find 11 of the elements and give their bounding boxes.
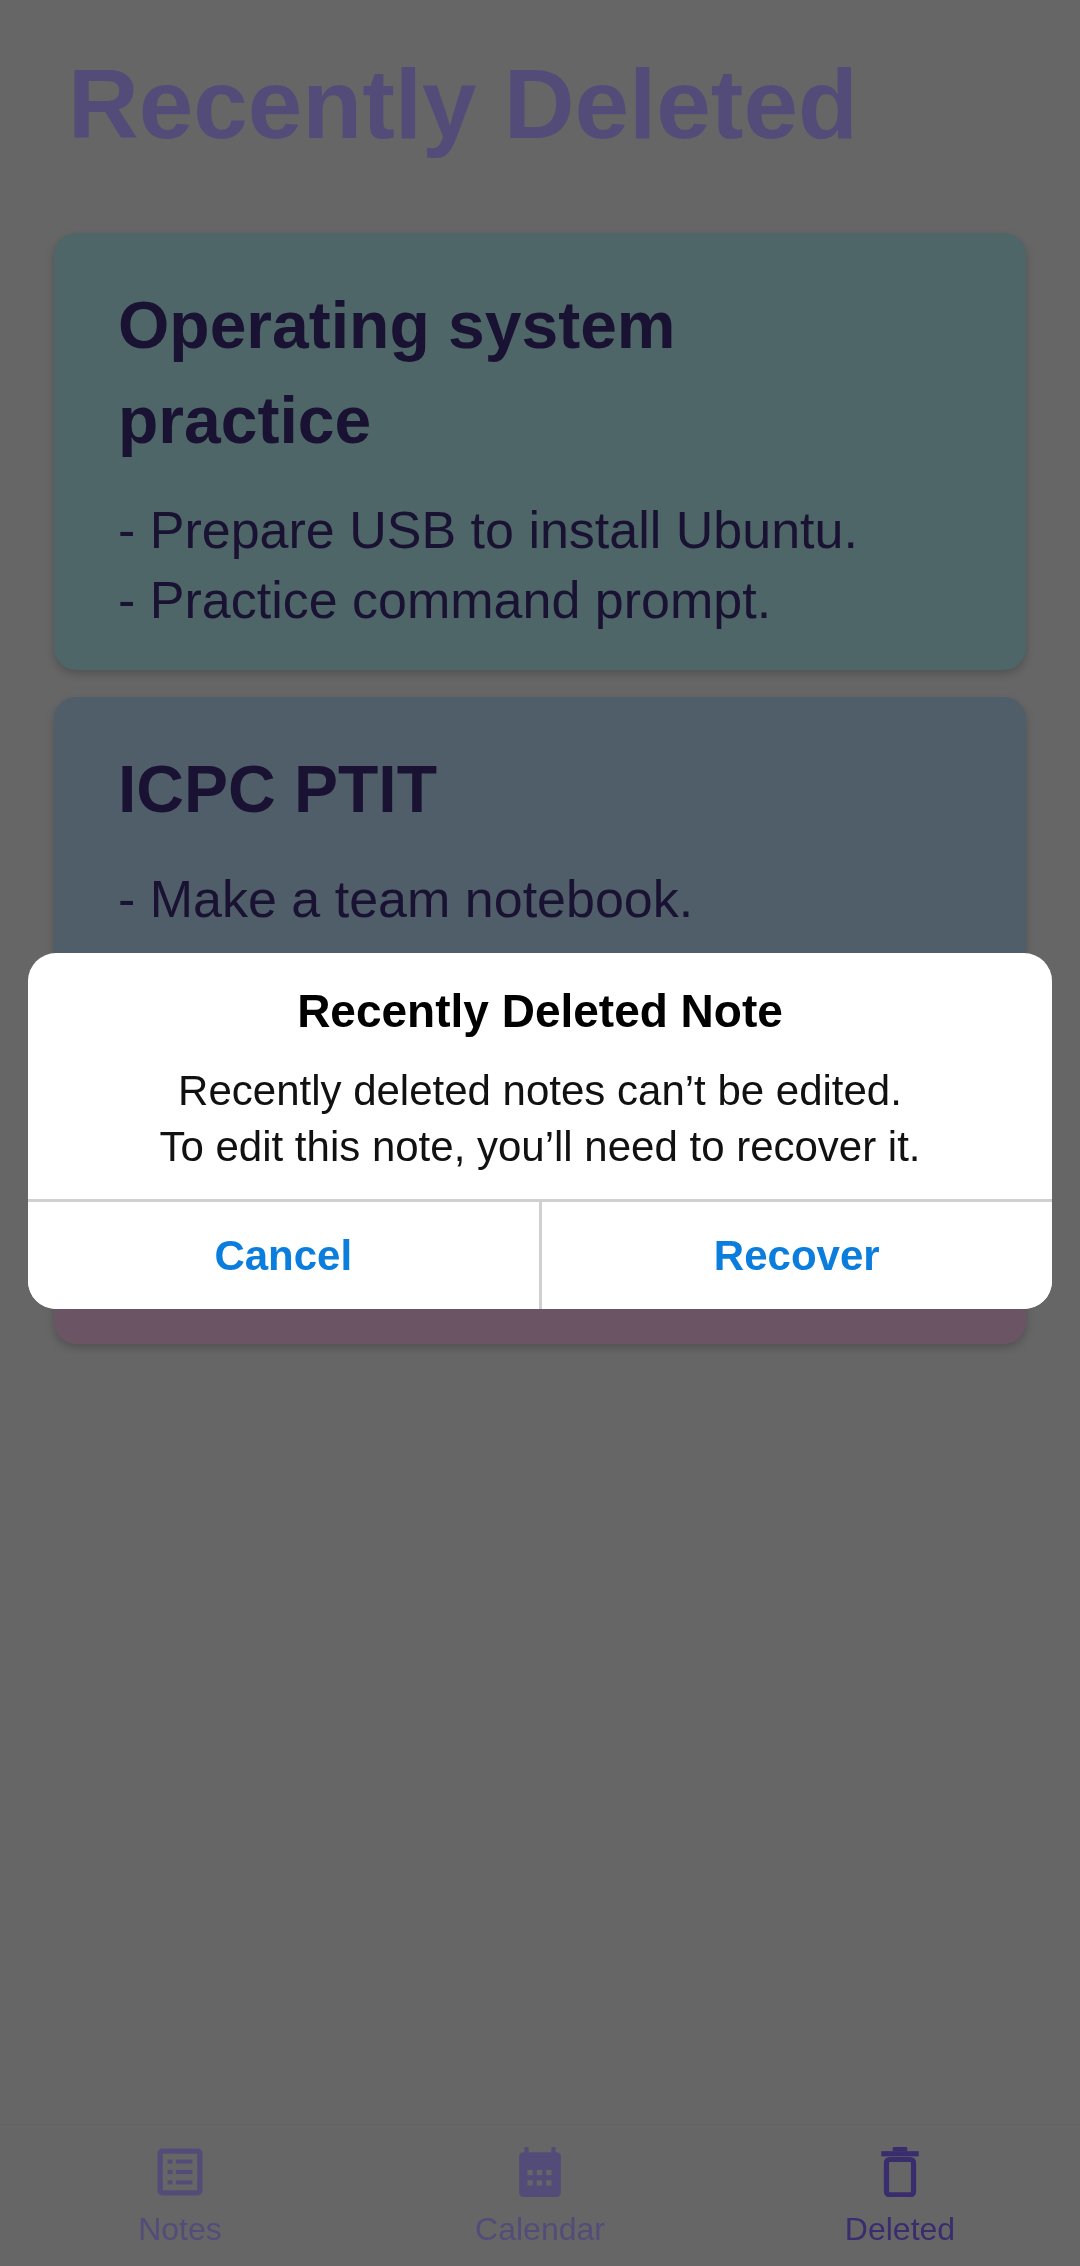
note-text: - Practice command prompt.	[118, 570, 773, 631]
dialog-message: Recently deleted notes can’t be edited.	[178, 1066, 902, 1116]
note-text: - Prepare USB to install Ubuntu.	[118, 500, 859, 561]
note-title: ICPC PTIT	[118, 751, 438, 828]
list-icon	[155, 2147, 205, 2197]
dialog-message: To edit this note, you’ll need to recover it.	[159, 1122, 921, 1172]
nav-tab[interactable]: Deleted	[720, 2125, 1080, 2266]
recover-button[interactable]: Recover	[538, 1202, 1052, 1309]
note-card[interactable]: Operating system practice - Prepare USB to install Ubuntu. - Practice command prompt.	[54, 233, 1026, 670]
note-title: Operating system practice	[118, 287, 677, 459]
note-text: - Make a team notebook.	[118, 869, 695, 930]
